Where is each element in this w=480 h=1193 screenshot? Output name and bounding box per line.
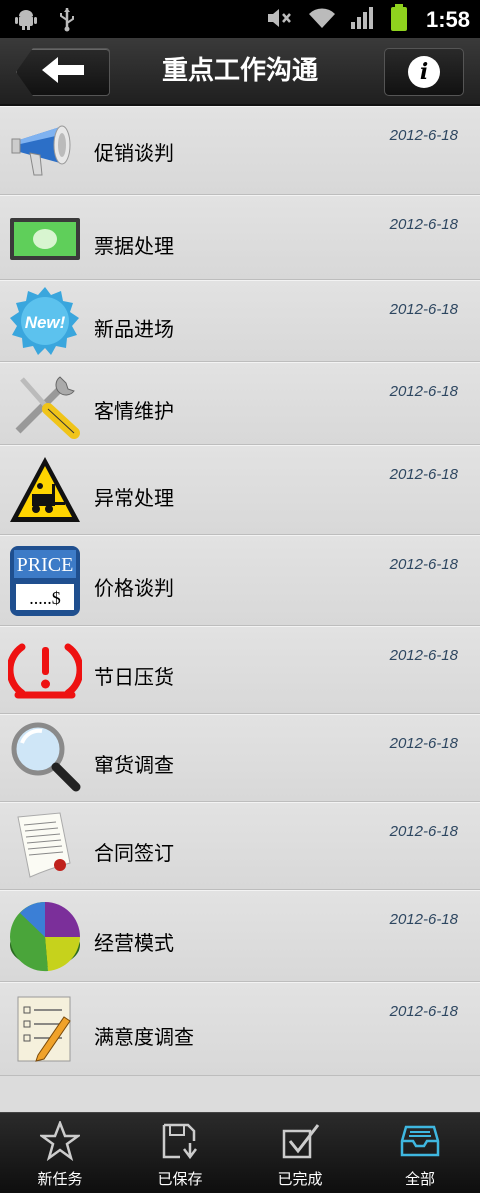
magnifier-icon xyxy=(8,721,82,795)
tab-completed[interactable]: 已完成 xyxy=(240,1113,360,1193)
item-date: 2012-6-18 xyxy=(389,911,458,928)
list-item[interactable]: 异常处理 2012-6-18 xyxy=(0,445,480,535)
warning-forklift-icon xyxy=(8,454,82,528)
back-button[interactable] xyxy=(16,48,110,96)
wifi-icon xyxy=(308,6,336,34)
info-button[interactable]: i xyxy=(384,48,464,96)
list-item[interactable]: 满意度调查 2012-6-18 xyxy=(0,982,480,1076)
status-bar: 1:58 xyxy=(0,0,480,38)
tab-all[interactable]: 全部 xyxy=(360,1113,480,1193)
list-item[interactable]: 经营模式 2012-6-18 xyxy=(0,890,480,982)
item-label: 节日压货 xyxy=(94,665,174,689)
tab-label: 已保存 xyxy=(157,1170,203,1188)
tab-new-task[interactable]: 新任务 xyxy=(0,1113,120,1193)
item-label: 票据处理 xyxy=(94,234,174,258)
back-arrow-icon xyxy=(40,55,86,89)
title-bar: 重点工作沟通 i xyxy=(0,38,480,106)
list-item[interactable]: 客情维护 2012-6-18 xyxy=(0,362,480,445)
item-date: 2012-6-18 xyxy=(389,466,458,483)
pie-chart-icon xyxy=(8,899,82,973)
usb-icon xyxy=(56,6,78,36)
list-item[interactable]: PRICE .....$ 价格谈判 2012-6-18 xyxy=(0,535,480,626)
check-box-icon xyxy=(280,1121,320,1161)
item-date: 2012-6-18 xyxy=(389,823,458,840)
mute-icon xyxy=(266,6,294,34)
contract-icon xyxy=(8,809,82,883)
megaphone-icon xyxy=(8,113,82,187)
item-date: 2012-6-18 xyxy=(389,647,458,664)
info-icon: i xyxy=(408,56,440,88)
item-date: 2012-6-18 xyxy=(389,556,458,573)
tools-icon xyxy=(8,367,82,441)
item-label: 经营模式 xyxy=(94,931,174,955)
inbox-icon xyxy=(400,1121,440,1161)
item-label: 合同签订 xyxy=(94,841,174,865)
clock: 1:58 xyxy=(425,7,470,32)
item-date: 2012-6-18 xyxy=(389,735,458,752)
list-item[interactable]: 促销谈判 2012-6-18 xyxy=(0,106,480,195)
bottom-tab-bar: 新任务 已保存 已完成 全部 xyxy=(0,1112,480,1193)
item-date: 2012-6-18 xyxy=(389,383,458,400)
tab-label: 新任务 xyxy=(37,1170,83,1188)
battery-icon xyxy=(390,4,408,36)
tab-saved[interactable]: 已保存 xyxy=(120,1113,240,1193)
item-label: 新品进场 xyxy=(94,317,174,341)
signal-icon xyxy=(350,6,376,34)
new-badge-icon: New! xyxy=(8,285,82,359)
item-date: 2012-6-18 xyxy=(389,301,458,318)
alert-gauge-icon xyxy=(8,633,82,707)
item-label: 促销谈判 xyxy=(94,141,174,165)
list-item[interactable]: 合同签订 2012-6-18 xyxy=(0,802,480,890)
list-item[interactable]: 节日压货 2012-6-18 xyxy=(0,626,480,714)
tab-label: 已完成 xyxy=(277,1170,323,1188)
item-label: 异常处理 xyxy=(94,486,174,510)
item-date: 2012-6-18 xyxy=(389,127,458,144)
item-label: 满意度调查 xyxy=(94,1025,194,1049)
star-icon xyxy=(38,1119,82,1162)
list-item[interactable]: New! 新品进场 2012-6-18 xyxy=(0,280,480,362)
price-tag-icon: PRICE .....$ xyxy=(8,544,82,618)
list-item[interactable]: 窜货调查 2012-6-18 xyxy=(0,714,480,802)
save-icon xyxy=(160,1121,200,1161)
banknote-icon xyxy=(8,202,82,276)
checklist-icon xyxy=(8,993,82,1067)
item-label: 价格谈判 xyxy=(94,576,174,600)
item-label: 客情维护 xyxy=(94,399,174,423)
svg-text:PRICE: PRICE xyxy=(17,554,74,576)
list-item[interactable]: 票据处理 2012-6-18 xyxy=(0,195,480,280)
item-label: 窜货调查 xyxy=(94,753,174,777)
item-date: 2012-6-18 xyxy=(389,216,458,233)
item-date: 2012-6-18 xyxy=(389,1003,458,1020)
svg-text:.....$: .....$ xyxy=(29,588,61,608)
tab-label: 全部 xyxy=(404,1170,435,1188)
android-debug-icon xyxy=(14,7,38,35)
svg-text:New!: New! xyxy=(25,313,66,332)
